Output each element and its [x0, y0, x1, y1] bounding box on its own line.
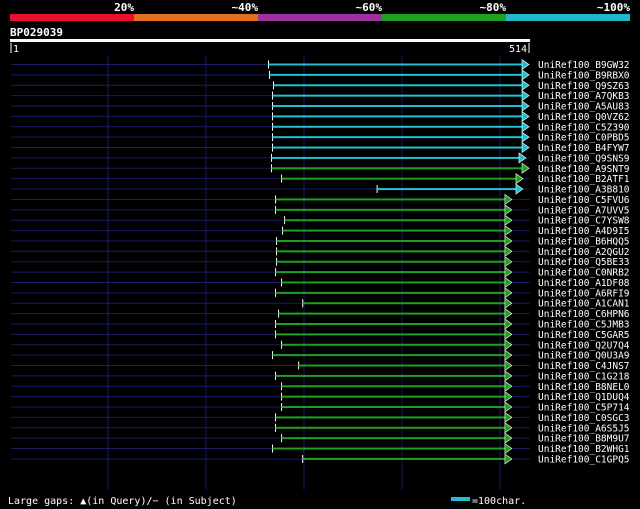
hit-bar[interactable]	[282, 229, 506, 232]
query-ruler	[10, 39, 530, 42]
hit-bar[interactable]	[272, 146, 523, 149]
hit-label[interactable]: UniRef100_A7UVV5	[538, 205, 630, 216]
hit-bar[interactable]	[276, 250, 506, 253]
hit-bar[interactable]	[281, 343, 506, 346]
hit-label[interactable]: UniRef100_Q9SNS9	[538, 153, 630, 164]
hit-label[interactable]: UniRef100_B4FYW7	[538, 143, 630, 154]
scale-legend-label: =100char.	[472, 496, 526, 507]
hit-bar[interactable]	[275, 426, 506, 429]
hit-label[interactable]: UniRef100_C5P714	[538, 403, 630, 414]
hit-label[interactable]: UniRef100_C4JNS7	[538, 361, 630, 372]
hit-label[interactable]: UniRef100_Q1DUQ4	[538, 392, 630, 403]
hit-label[interactable]: UniRef100_A5AU83	[538, 102, 630, 113]
hit-label[interactable]: UniRef100_C1G218	[538, 371, 630, 382]
scale-label-80: ~80%	[480, 1, 507, 14]
hit-bar[interactable]	[272, 354, 506, 357]
hit-label[interactable]: UniRef100_A1CAN1	[538, 299, 630, 310]
hit-label[interactable]: UniRef100_A1DF08	[538, 278, 630, 289]
hit-label[interactable]: UniRef100_B8NEL0	[538, 382, 630, 393]
hit-label[interactable]: UniRef100_A2QGU2	[538, 247, 630, 258]
hit-label[interactable]: UniRef100_C5JMB3	[538, 320, 630, 331]
hit-bar[interactable]	[272, 94, 523, 97]
scale-label-20: 20%	[114, 1, 134, 14]
hit-label[interactable]: UniRef100_A4D9I5	[538, 226, 630, 237]
hit-label[interactable]: UniRef100_C0PBD5	[538, 133, 630, 144]
large-gaps-note: Large gaps: ▲(in Query)/− (in Subject)	[8, 496, 237, 507]
hit-bar[interactable]	[272, 136, 523, 139]
hit-bar[interactable]	[284, 219, 506, 222]
scale-segment-40	[134, 14, 258, 21]
hit-bar[interactable]	[272, 115, 523, 118]
hit-bar[interactable]	[271, 167, 523, 170]
hit-bar[interactable]	[269, 73, 523, 76]
hit-label[interactable]: UniRef100_Q0VZ62	[538, 112, 630, 123]
hit-bar[interactable]	[272, 105, 523, 108]
hit-bar[interactable]	[275, 333, 506, 336]
hit-label[interactable]: UniRef100_C1GPQ5	[538, 454, 630, 465]
ruler-start-label: 1	[13, 44, 19, 55]
hit-bar[interactable]	[268, 63, 523, 66]
hit-bar[interactable]	[275, 374, 506, 377]
hit-label[interactable]: UniRef100_B9RBX0	[538, 70, 630, 81]
hit-bar[interactable]	[278, 312, 506, 315]
scale-label-40: ~40%	[232, 1, 259, 14]
hit-bar[interactable]	[281, 281, 506, 284]
hit-bar[interactable]	[281, 395, 506, 398]
hit-label[interactable]: UniRef100_A9SNT9	[538, 164, 630, 175]
hit-label[interactable]: UniRef100_A3B810	[538, 185, 630, 196]
hit-label[interactable]: UniRef100_C6HPN6	[538, 309, 630, 320]
hit-label[interactable]: UniRef100_B6HQQ5	[538, 236, 630, 247]
hit-label[interactable]: UniRef100_Q5BE33	[538, 257, 630, 268]
hit-bar[interactable]	[298, 364, 506, 367]
hit-label[interactable]: UniRef100_Q0U3A9	[538, 351, 630, 362]
hit-bar[interactable]	[275, 198, 506, 201]
ruler-end-label: 514	[509, 44, 527, 55]
hit-label[interactable]: UniRef100_A6S5J5	[538, 423, 630, 434]
hit-bar[interactable]	[302, 457, 506, 460]
hit-label[interactable]: UniRef100_B8M9U7	[538, 434, 630, 445]
scale-segment-100	[506, 14, 630, 21]
hit-bar[interactable]	[272, 447, 506, 450]
blast-alignment-diagram: 20% ~40% ~60% ~80% ~100% BP029039 1 514 …	[0, 0, 640, 509]
scale-segment-20	[10, 14, 134, 21]
query-id: BP029039	[10, 26, 63, 39]
hit-bar[interactable]	[271, 156, 520, 159]
hit-label[interactable]: UniRef100_B2WHG1	[538, 444, 630, 455]
scale-legend-bar	[451, 497, 470, 501]
hit-bar[interactable]	[276, 260, 506, 263]
hit-label[interactable]: UniRef100_C0SGC3	[538, 413, 630, 424]
scale-label-100: ~100%	[597, 1, 630, 14]
hit-bar[interactable]	[273, 84, 523, 87]
hit-bar[interactable]	[281, 437, 506, 440]
hit-label[interactable]: UniRef100_C5GAR5	[538, 330, 630, 341]
scale-segment-80	[382, 14, 506, 21]
scale-segment-60	[258, 14, 382, 21]
hit-bar[interactable]	[281, 177, 517, 180]
hit-bar[interactable]	[272, 125, 523, 128]
hit-label[interactable]: UniRef100_C5FVU6	[538, 195, 630, 206]
hit-bar[interactable]	[281, 385, 506, 388]
hit-label[interactable]: UniRef100_B9GW32	[538, 60, 630, 71]
hit-label[interactable]: UniRef100_Q9SZ63	[538, 81, 630, 92]
hit-label[interactable]: UniRef100_C5Z390	[538, 122, 630, 133]
hit-label[interactable]: UniRef100_A6RFI9	[538, 288, 630, 299]
hit-label[interactable]: UniRef100_A7QKB3	[538, 91, 630, 102]
scale-label-60: ~60%	[356, 1, 383, 14]
hit-bar[interactable]	[275, 416, 506, 419]
hit-label[interactable]: UniRef100_Q2U7Q4	[538, 340, 630, 351]
hit-bar[interactable]	[275, 208, 506, 211]
hit-bar[interactable]	[275, 271, 506, 274]
hit-bar[interactable]	[281, 406, 506, 409]
hit-label[interactable]: UniRef100_C0NRB2	[538, 268, 630, 279]
hit-bar[interactable]	[377, 188, 517, 191]
hit-label[interactable]: UniRef100_B2ATF1	[538, 174, 630, 185]
hit-label[interactable]: UniRef100_C7YSW8	[538, 216, 630, 227]
hit-bar[interactable]	[276, 239, 506, 242]
hit-bar[interactable]	[275, 291, 506, 294]
hit-bar[interactable]	[275, 323, 506, 325]
hit-bar[interactable]	[302, 302, 506, 305]
